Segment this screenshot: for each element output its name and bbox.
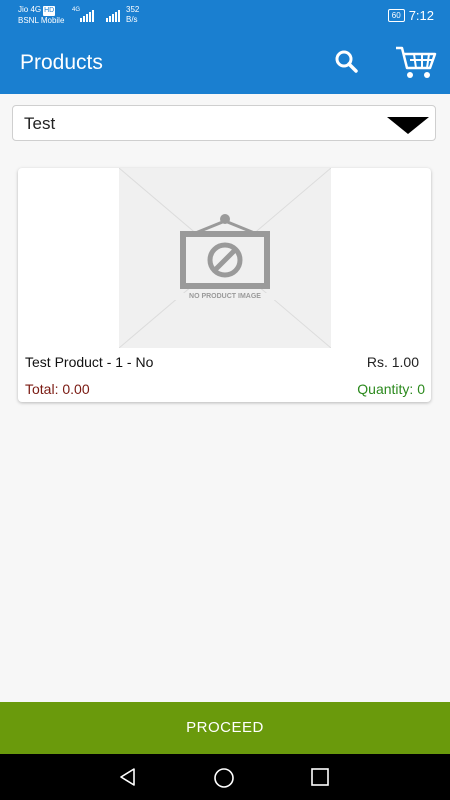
carrier-2: BSNL Mobile [18, 16, 65, 25]
no-image-icon [118, 167, 332, 349]
no-image-caption: NO PRODUCT IMAGE [119, 293, 331, 300]
category-dropdown[interactable]: Test [12, 105, 436, 141]
speed-value: 352 [126, 5, 140, 14]
page-title: Products [20, 51, 103, 74]
hd-badge: HD [43, 6, 56, 16]
carrier-1: Jio 4G [18, 5, 42, 14]
cart-button[interactable] [394, 42, 438, 82]
product-card[interactable]: NO PRODUCT IMAGE Test Product - 1 - No R… [18, 167, 431, 402]
proceed-button[interactable]: PROCEED [0, 702, 450, 754]
speed-unit: B/s [126, 15, 138, 24]
carrier-info: Jio 4G HD BSNL Mobile [18, 5, 64, 26]
network-type: 4G [72, 7, 81, 13]
search-icon [335, 50, 358, 73]
chevron-down-icon [387, 117, 429, 134]
product-name: Test Product - 1 - No [25, 354, 154, 370]
search-button[interactable] [331, 46, 363, 78]
product-image-placeholder: NO PRODUCT IMAGE [118, 167, 332, 349]
status-bar: Jio 4G HD BSNL Mobile 4G 352 B/s 60 7:12 [0, 0, 450, 34]
battery-level: 60 [391, 11, 401, 20]
home-icon[interactable] [213, 767, 235, 789]
product-quantity: Quantity: 0 [357, 381, 425, 397]
clock: 7:12 [408, 8, 434, 23]
recent-apps-icon[interactable] [311, 768, 329, 786]
battery-icon: 60 [387, 9, 405, 22]
network-speed: 352 B/s [126, 5, 139, 25]
system-nav-bar [0, 754, 450, 800]
app-bar: Products [0, 34, 450, 94]
back-icon[interactable] [118, 767, 138, 787]
cart-icon [396, 46, 437, 78]
dropdown-selected: Test [24, 114, 56, 133]
product-price: Rs. 1.00 [366, 354, 419, 370]
product-total: Total: 0.00 [25, 381, 90, 397]
